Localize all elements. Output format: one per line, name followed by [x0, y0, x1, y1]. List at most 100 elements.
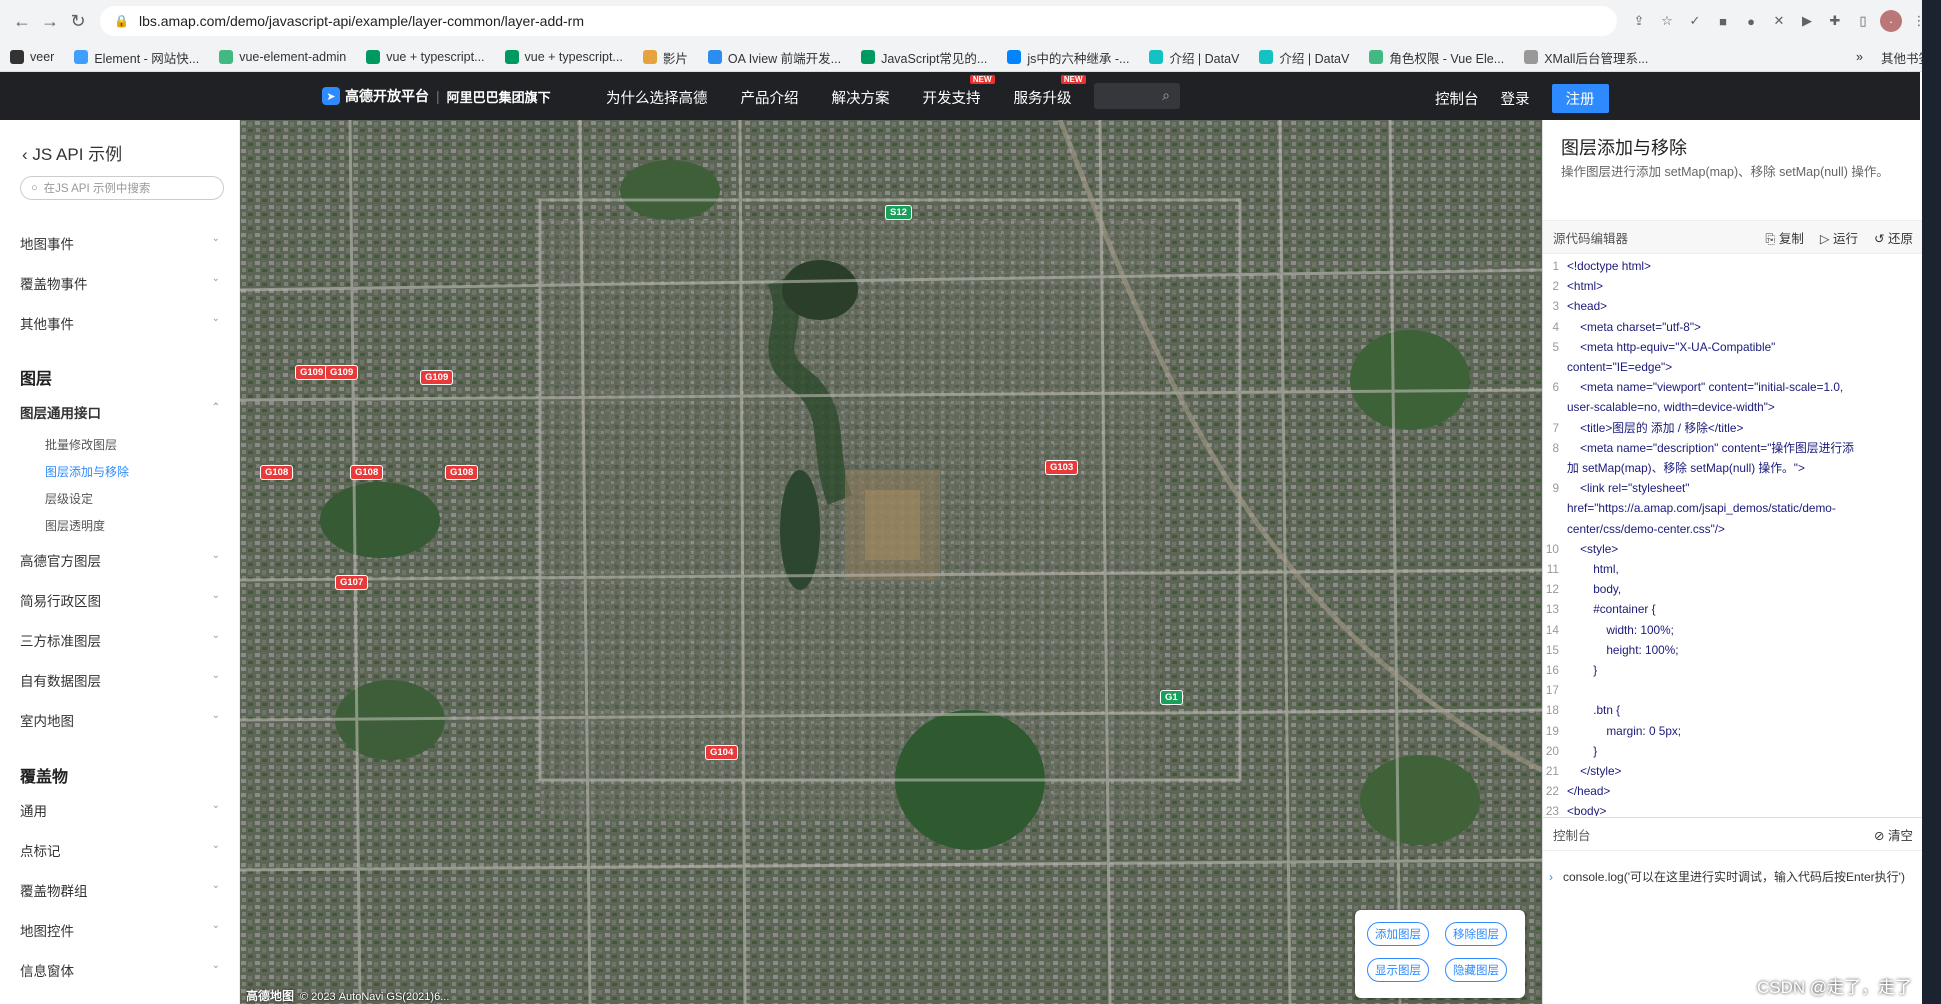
star-icon[interactable]: ☆ — [1656, 10, 1678, 32]
back-to-examples[interactable]: ‹ JS API 示例 — [22, 140, 122, 165]
menu-solutions[interactable]: 解决方案 — [832, 87, 890, 108]
bookmark-favicon-icon — [10, 50, 24, 64]
bookmark-item[interactable]: JavaScript常见的... — [861, 48, 987, 67]
sidebar-item-third-party[interactable]: 三方标准图层 ⌄ — [20, 630, 220, 650]
code-text: 加 setMap(map)、移除 setMap(null) 操作。"> — [1567, 461, 1805, 476]
chevron-down-icon: ⌄ — [211, 880, 220, 891]
sidebar-item-overlay-group[interactable]: 覆盖物群组 ⌄ — [20, 880, 220, 900]
code-line: center/css/demo-center.css"/> — [1543, 519, 1923, 539]
extension-icon[interactable]: ■ — [1712, 10, 1734, 32]
bookmark-item[interactable]: js中的六种继承 -... — [1007, 48, 1129, 67]
sidebar-sub-zindex[interactable]: 层级设定 — [45, 490, 93, 507]
code-text: <html> — [1567, 279, 1604, 294]
chevron-down-icon: ⌄ — [211, 840, 220, 851]
sidebar-item-general[interactable]: 通用 ⌄ — [20, 800, 220, 820]
menu-label: 服务升级 — [1013, 91, 1072, 107]
hide-layer-button[interactable]: 隐藏图层 — [1445, 958, 1507, 982]
sidebar-item-map-events[interactable]: 地图事件 ⌄ — [20, 233, 220, 253]
bookmark-item[interactable]: 影片 — [642, 48, 688, 67]
satellite-map[interactable]: G109 G109 G109 G108 G108 G108 G107 G103 G104 S12 G… — [240, 120, 1542, 1004]
clear-icon: ⊘ — [1874, 828, 1888, 843]
code-text: href="https://a.amap.com/jsapi_demos/sta… — [1567, 501, 1836, 516]
extension-icon[interactable]: ● — [1740, 10, 1762, 32]
sidebar-search-input[interactable]: ○ 在JS API 示例中搜索 — [20, 176, 224, 200]
sidepanel-icon[interactable]: ▯ — [1852, 10, 1874, 32]
menu-products[interactable]: 产品介绍 — [741, 87, 799, 108]
menu-why-amap[interactable]: 为什么选择高德 — [606, 87, 708, 108]
road-shield-label: G103 — [1045, 460, 1079, 475]
copy-button[interactable]: ⎘ 复制 — [1765, 228, 1804, 247]
code-line: 16 } — [1543, 660, 1923, 680]
sidebar-item-indoor[interactable]: 室内地图 ⌄ — [20, 710, 220, 730]
line-number: 14 — [1545, 622, 1559, 637]
sidebar-item-overlay-events[interactable]: 覆盖物事件 ⌄ — [20, 273, 220, 293]
remove-layer-button[interactable]: 移除图层 — [1445, 922, 1507, 946]
bookmark-item[interactable]: XMall后台管理系... — [1524, 48, 1648, 67]
show-layer-button[interactable]: 显示图层 — [1367, 958, 1429, 982]
restore-button[interactable]: ↺ 还原 — [1874, 228, 1913, 247]
extension-icon[interactable]: ▶ — [1796, 10, 1818, 32]
background-window-edge — [1922, 0, 1941, 1004]
sidebar-sub-batch-modify[interactable]: 批量修改图层 — [45, 436, 117, 453]
register-button[interactable]: 注册 — [1551, 84, 1609, 113]
code-text: </style> — [1567, 764, 1622, 779]
bookmark-item[interactable]: vue + typescript... — [504, 50, 623, 64]
sidebar-sub-opacity[interactable]: 图层透明度 — [45, 517, 105, 534]
bookmark-item[interactable]: 介绍 | DataV — [1259, 48, 1349, 67]
bookmark-item[interactable]: Element - 网站快... — [74, 48, 199, 67]
run-button[interactable]: ▷ 运行 — [1820, 228, 1858, 247]
sidebar-item-layer-common[interactable]: 图层通用接口 ⌃ — [20, 402, 220, 422]
code-line: 20 } — [1543, 741, 1923, 761]
sidebar-item-district[interactable]: 简易行政区图 ⌄ — [20, 590, 220, 610]
header-search[interactable]: ⌕ — [1094, 83, 1180, 109]
forward-arrow-icon[interactable]: → — [36, 7, 64, 35]
code-text: <link rel="stylesheet" — [1567, 481, 1690, 496]
check-icon[interactable]: ✓ — [1684, 10, 1706, 32]
bookmark-item[interactable]: OA Iview 前端开发... — [707, 48, 841, 67]
code-line: 3 <head> — [1543, 296, 1923, 316]
menu-dev-support[interactable]: 开发支持 NEW — [923, 75, 995, 108]
add-layer-button[interactable]: 添加图层 — [1367, 922, 1429, 946]
line-number: 20 — [1545, 743, 1559, 758]
code-text: .btn { — [1567, 703, 1621, 718]
menu-upgrade[interactable]: 服务升级 NEW — [1013, 75, 1086, 108]
sidebar-item-marker[interactable]: 点标记 ⌄ — [20, 840, 220, 860]
sidebar-sub-add-remove[interactable]: 图层添加与移除 — [45, 463, 129, 480]
back-arrow-icon[interactable]: ← — [8, 7, 36, 35]
new-badge: NEW — [969, 75, 995, 84]
address-bar[interactable]: 🔒 lbs.amap.com/demo/javascript-api/examp… — [100, 6, 1617, 36]
bookmark-favicon-icon — [219, 50, 234, 64]
bookmark-item[interactable]: vue + typescript... — [366, 50, 485, 64]
bookmark-item[interactable]: 角色权限 - Vue Ele... — [1369, 48, 1504, 67]
clear-console-button[interactable]: ⊘ 清空 — [1874, 825, 1913, 844]
avatar[interactable]: · — [1880, 10, 1902, 32]
bookmark-item[interactable]: 介绍 | DataV — [1149, 48, 1239, 67]
reload-icon[interactable]: ↻ — [64, 7, 92, 35]
console-input[interactable]: › console.log('可以在这里进行实时调试，输入代码后按Enter执行'… — [1549, 868, 1905, 885]
sidebar-item-amap-layers[interactable]: 高德官方图层 ⌄ — [20, 550, 220, 570]
code-text: <!doctype html> — [1567, 259, 1651, 273]
extension-icon[interactable]: ✕ — [1768, 10, 1790, 32]
prompt-icon: › — [1549, 870, 1553, 884]
login-link[interactable]: 登录 — [1501, 88, 1530, 109]
amap-logo[interactable]: ➤ 高德开放平台 | 阿里巴巴集团旗下 — [322, 86, 551, 106]
console-link[interactable]: 控制台 — [1435, 88, 1479, 109]
bookmarks-overflow-icon[interactable]: » — [1856, 50, 1863, 64]
share-icon[interactable]: ⇪ — [1628, 10, 1650, 32]
bookmark-label: vue-element-admin — [239, 50, 347, 64]
bookmark-item[interactable]: veer — [10, 50, 54, 64]
road-shield-label: G1 — [1160, 690, 1183, 705]
puzzle-icon[interactable]: ✚ — [1824, 10, 1846, 32]
sidebar-item-infowindow[interactable]: 信息窗体 ⌄ — [20, 960, 220, 980]
sidebar-item-own-data[interactable]: 自有数据图层 ⌄ — [20, 670, 220, 690]
road-shield-label: G109 — [325, 365, 359, 380]
code-text: } — [1567, 663, 1598, 678]
bookmark-label: vue + typescript... — [386, 50, 485, 64]
code-editor[interactable]: 1 <!doctype html> 2 <html> 3 <head> 4 <meta ch… — [1543, 256, 1923, 816]
code-text: html, — [1567, 562, 1619, 577]
editor-toolbar: 源代码编辑器 ⎘ 复制 ▷ 运行 ↺ 还原 — [1543, 220, 1923, 254]
sidebar-item-other-events[interactable]: 其他事件 ⌄ — [20, 313, 220, 333]
bookmark-item[interactable]: vue-element-admin — [219, 50, 346, 64]
sidebar-item-controls[interactable]: 地图控件 ⌄ — [20, 920, 220, 940]
address-row: ← → ↻ 🔒 lbs.amap.com/demo/javascript-api… — [0, 0, 1941, 42]
